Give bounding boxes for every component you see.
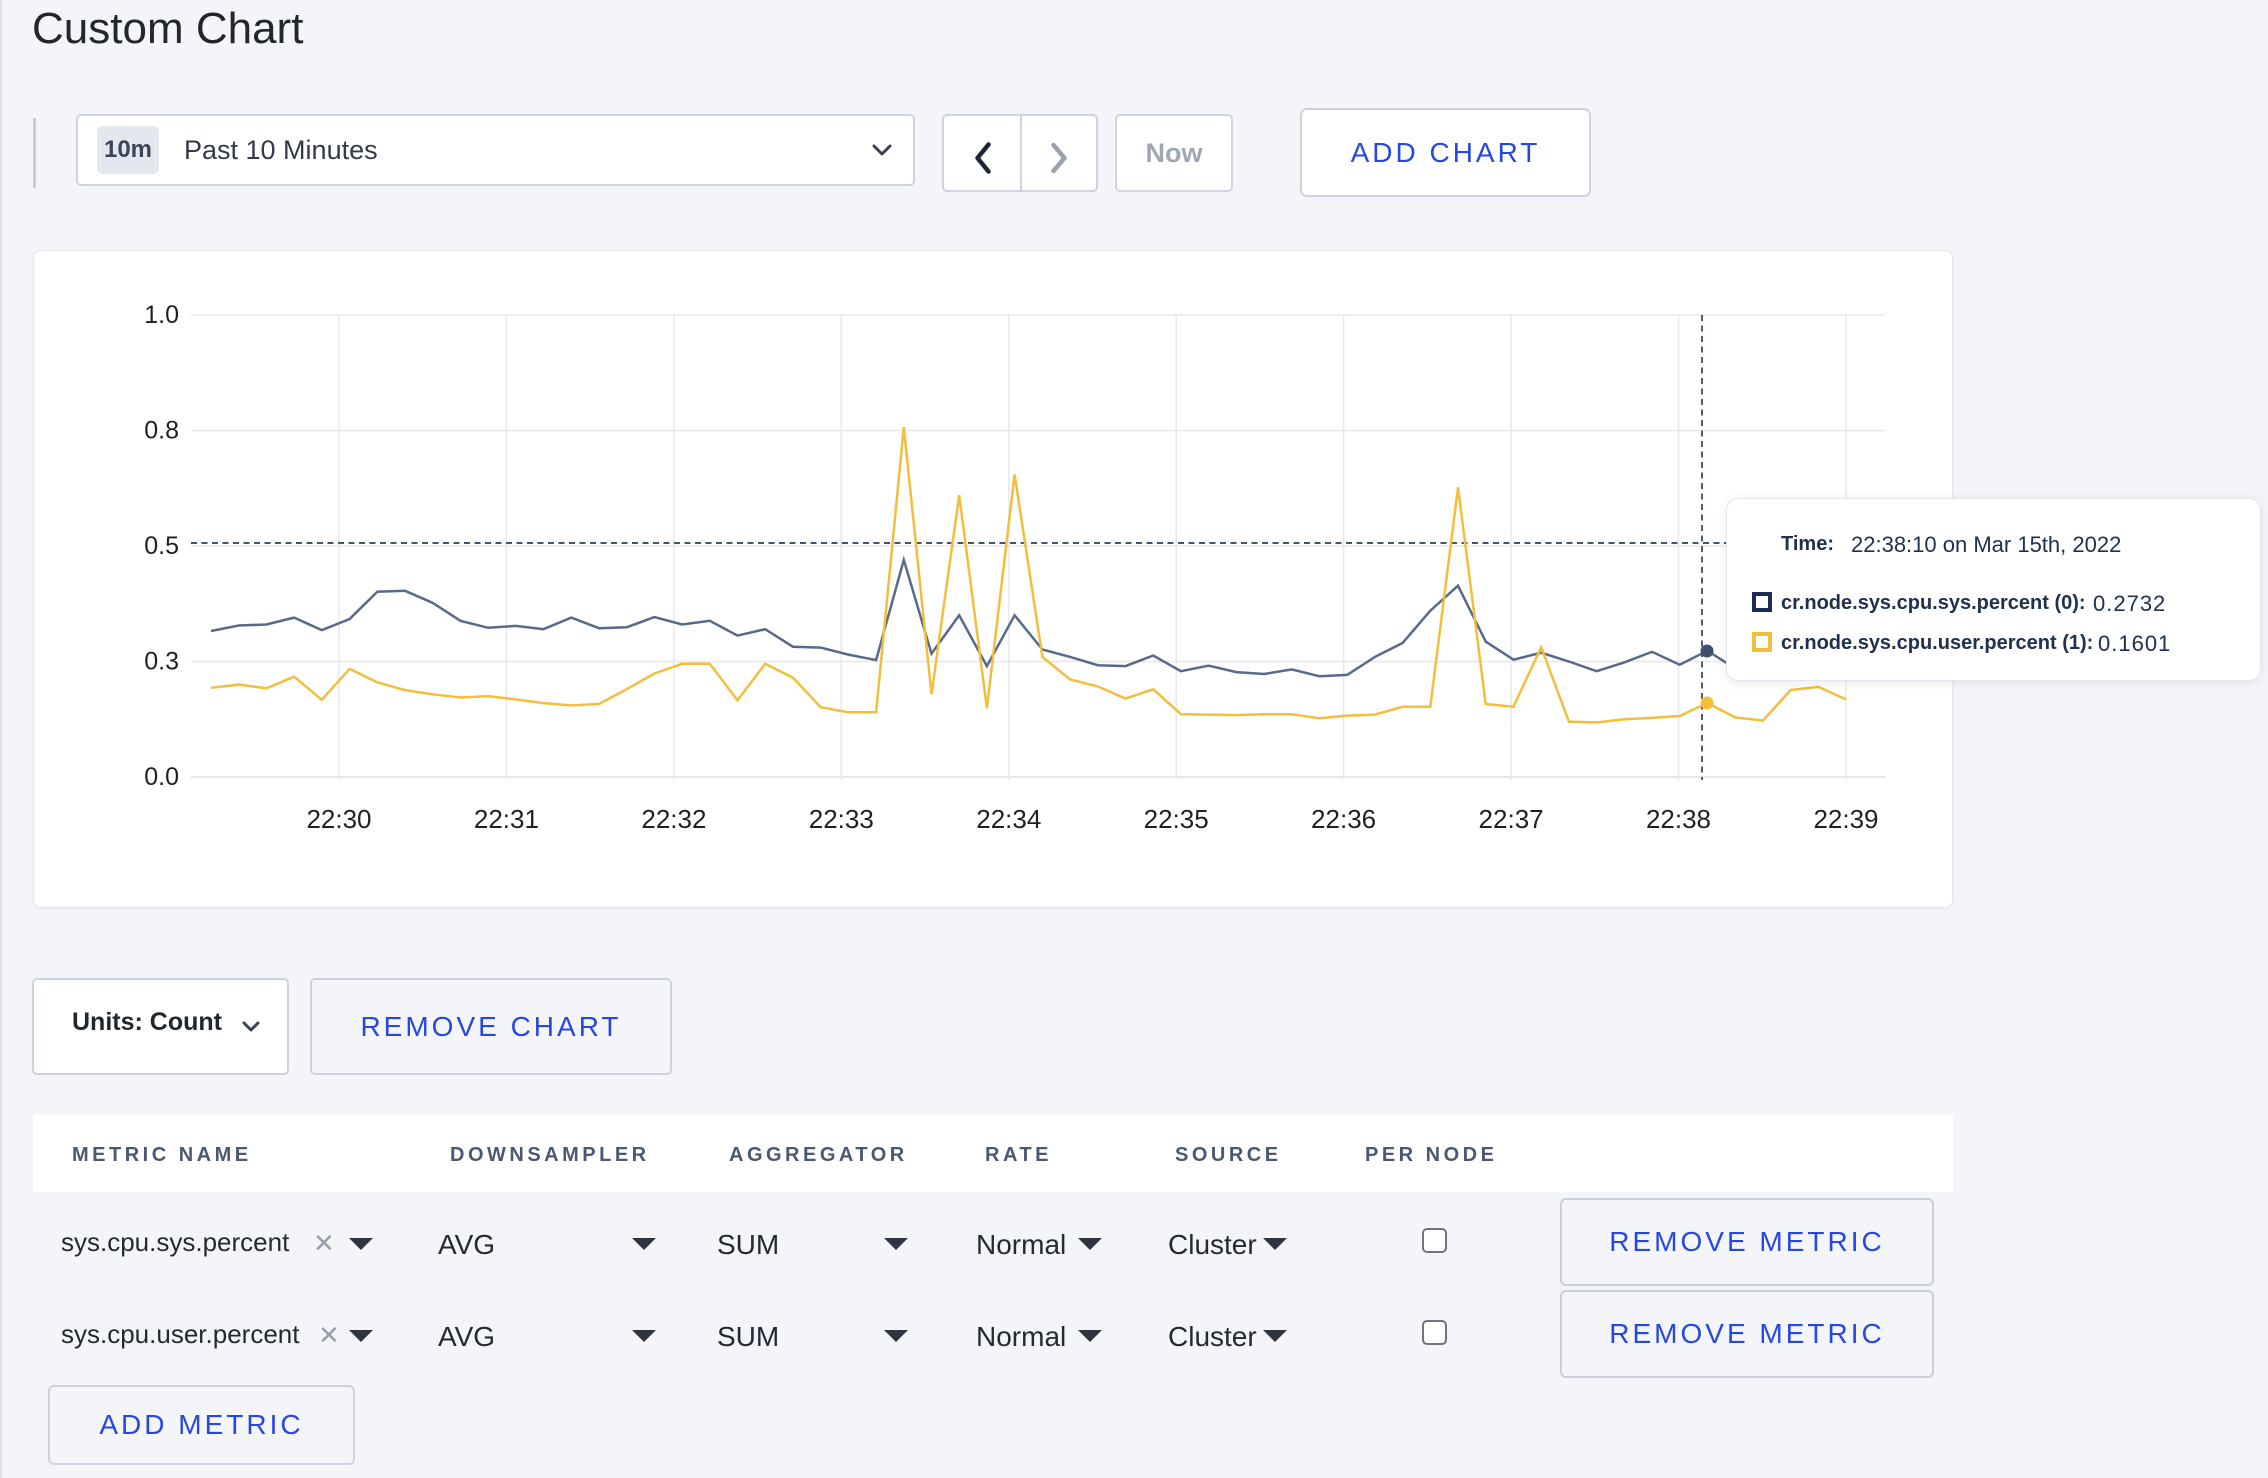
svg-text:0.8: 0.8 [144, 417, 179, 445]
svg-text:22:37: 22:37 [1479, 804, 1544, 834]
svg-text:22:30: 22:30 [306, 804, 371, 834]
svg-text:22:39: 22:39 [1813, 804, 1878, 834]
svg-text:22:35: 22:35 [1144, 804, 1209, 834]
svg-text:22:36: 22:36 [1311, 804, 1376, 834]
svg-text:0.0: 0.0 [144, 763, 179, 791]
svg-text:22:38: 22:38 [1646, 804, 1711, 834]
svg-text:22:34: 22:34 [976, 804, 1041, 834]
svg-text:22:31: 22:31 [474, 804, 539, 834]
svg-text:22:33: 22:33 [809, 804, 874, 834]
svg-text:22:32: 22:32 [641, 804, 706, 834]
svg-text:0.5: 0.5 [144, 532, 179, 560]
svg-text:1.0: 1.0 [144, 301, 179, 329]
svg-text:0.3: 0.3 [144, 648, 179, 676]
